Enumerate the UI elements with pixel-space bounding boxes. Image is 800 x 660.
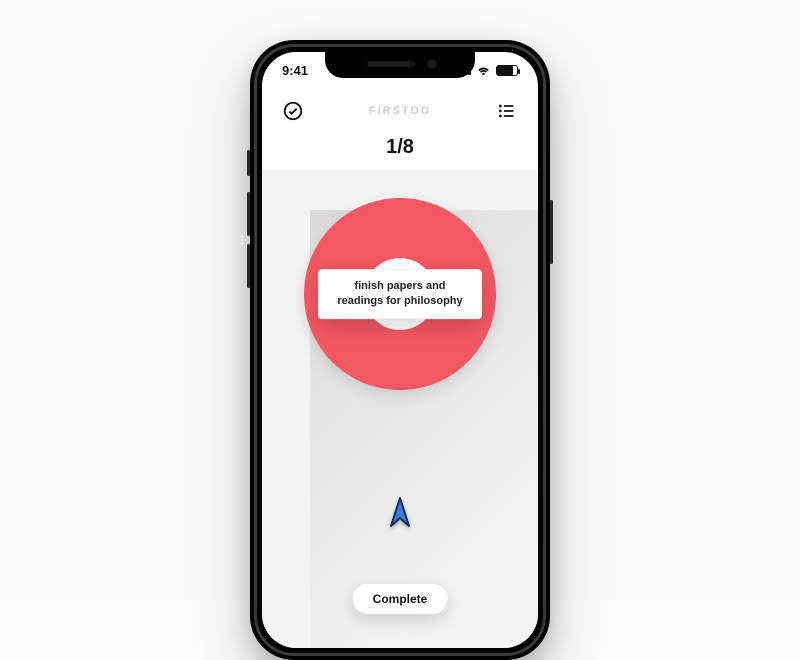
volume-down-button	[247, 244, 250, 288]
phone-mockup: 9:41 FIRSTDO	[250, 40, 550, 660]
app-header: FIRSTDO	[262, 88, 538, 134]
task-donut[interactable]: finish papers and readings for philosoph…	[304, 198, 496, 390]
list-icon	[497, 101, 517, 121]
wifi-icon	[476, 65, 491, 76]
status-time: 9:41	[282, 63, 308, 78]
mute-switch	[247, 150, 250, 176]
power-button	[550, 200, 553, 264]
volume-up-button	[247, 192, 250, 236]
task-area: finish papers and readings for philosoph…	[262, 170, 538, 648]
complete-button-label: Complete	[373, 592, 428, 606]
phone-screen: 9:41 FIRSTDO	[262, 52, 538, 648]
task-counter: 1/8	[262, 136, 538, 159]
current-task-card[interactable]: finish papers and readings for philosoph…	[318, 269, 482, 319]
checkmark-circle-icon	[282, 100, 304, 122]
app-title: FIRSTDO	[369, 105, 431, 117]
cursor-arrow-icon	[387, 496, 413, 532]
notch	[325, 52, 475, 78]
task-list-button[interactable]	[494, 98, 520, 124]
battery-icon	[496, 65, 518, 76]
current-task-text: finish papers and readings for philosoph…	[337, 280, 462, 307]
complete-button[interactable]: Complete	[353, 584, 448, 614]
stage: 9:41 FIRSTDO	[0, 0, 800, 600]
completed-tasks-button[interactable]	[280, 98, 306, 124]
